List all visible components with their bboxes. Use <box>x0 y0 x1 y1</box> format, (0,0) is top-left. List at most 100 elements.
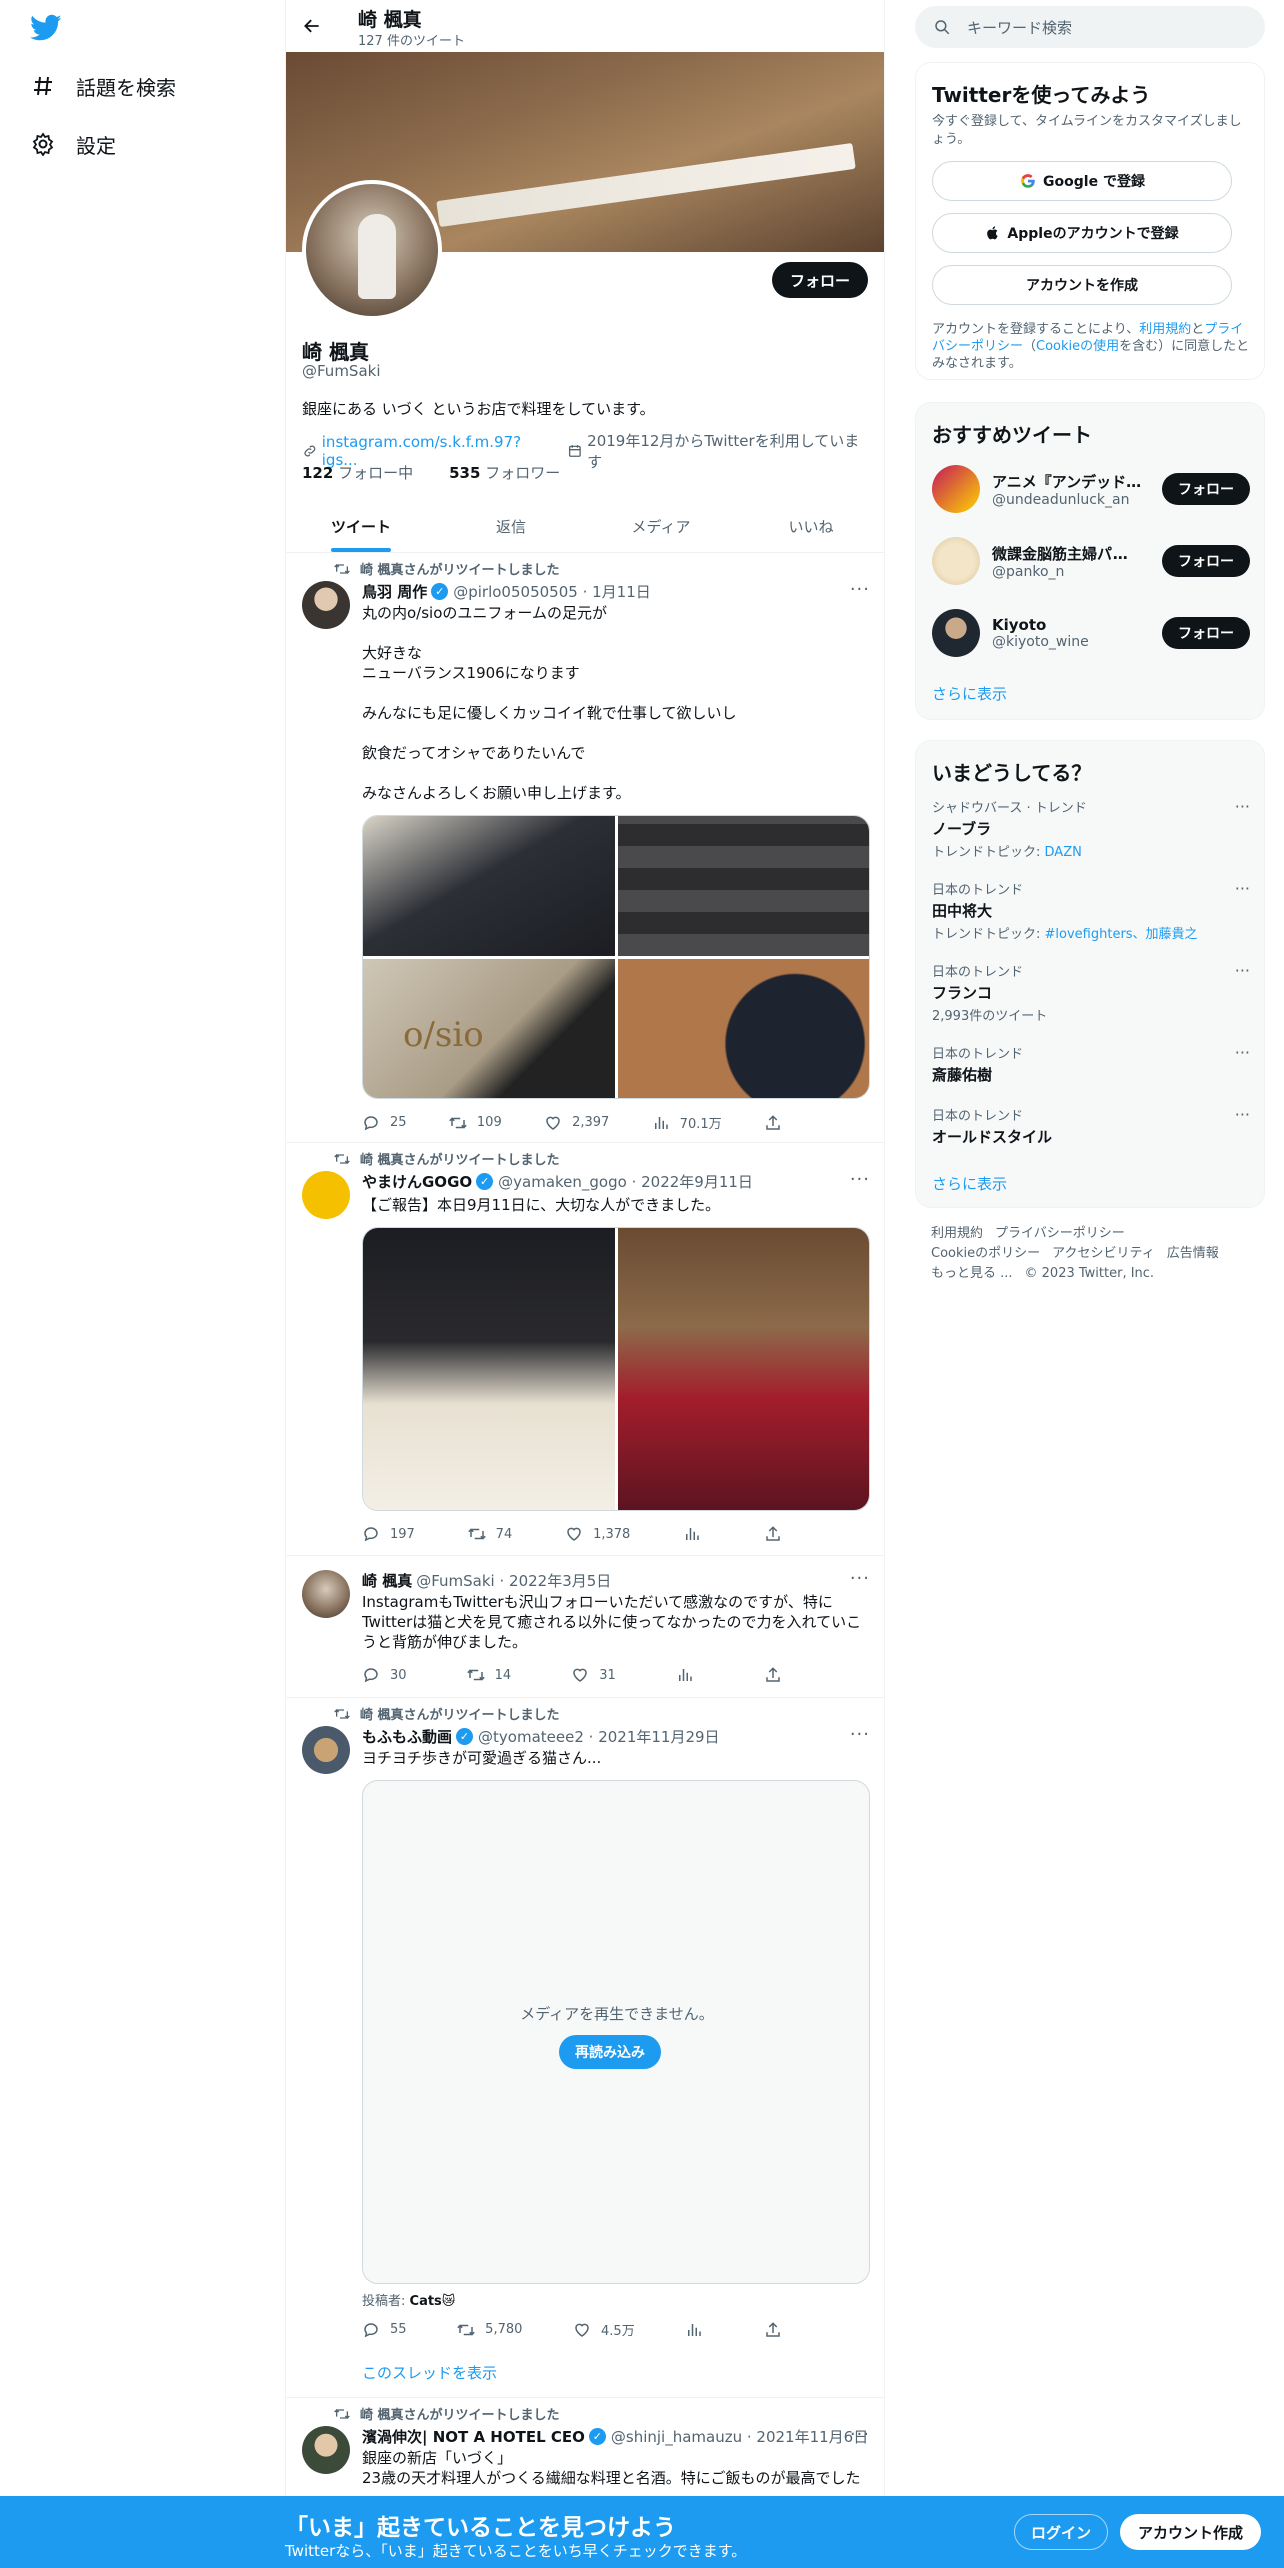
like-button[interactable]: 2,397 <box>544 1113 609 1132</box>
tab-replies[interactable]: 返信 <box>436 500 586 552</box>
reload-button[interactable]: 再読み込み <box>559 2035 661 2069</box>
more-icon[interactable]: ··· <box>1235 961 1250 980</box>
nav-explore[interactable]: 話題を検索 <box>30 66 176 106</box>
back-button[interactable] <box>298 12 326 40</box>
tweet-header: 鳥羽 周作 ✓ @pirlo05050505 · 1月11日 <box>362 582 651 602</box>
tab-likes[interactable]: いいね <box>736 500 884 552</box>
tweet-media[interactable] <box>362 1227 870 1511</box>
follow-button[interactable]: フォロー <box>1162 473 1250 505</box>
follow-button[interactable]: フォロー <box>1162 617 1250 649</box>
terms-link[interactable]: 利用規約 <box>1139 322 1191 337</box>
video-player[interactable]: メディアを再生できません。 再読み込み <box>362 1780 870 2284</box>
twitter-logo-icon[interactable] <box>30 14 62 42</box>
tweet[interactable]: 崎 楓真 @FumSaki · 2022年3月5日 ··· Instagramも… <box>286 1556 884 1698</box>
recommended-more-link[interactable]: さらに表示 <box>932 683 1007 704</box>
like-button[interactable]: 4.5万 <box>573 2320 635 2339</box>
more-icon[interactable]: ··· <box>850 579 870 600</box>
signup-button[interactable]: アカウント作成 <box>1120 2514 1262 2550</box>
views-button[interactable] <box>685 2320 713 2339</box>
trends-title: いまどうしてる？ <box>932 761 1092 785</box>
show-thread-link[interactable]: このスレッドを表示 <box>362 2362 497 2383</box>
avatar[interactable] <box>302 581 350 629</box>
reply-button[interactable]: 25 <box>362 1113 407 1132</box>
tweet-header: 崎 楓真 @FumSaki · 2022年3月5日 <box>362 1571 612 1591</box>
views-button[interactable] <box>683 1525 711 1543</box>
trends-more-link[interactable]: さらに表示 <box>932 1173 1007 1194</box>
like-button[interactable]: 1,378 <box>565 1525 630 1543</box>
search-input[interactable]: キーワード検索 <box>915 6 1265 48</box>
retweet-button[interactable]: 109 <box>449 1113 502 1132</box>
media-image-3: o/sio <box>363 959 615 1098</box>
tweet[interactable]: 崎 楓真さんがリツイートしました やまけんGOGO ✓ @yamaken_gogo… <box>286 1143 884 1556</box>
recommended-user[interactable]: アニメ『アンデッドアンラック』公式@undeadunluck_an フォロー <box>932 461 1250 517</box>
more-icon[interactable]: ··· <box>1235 797 1250 816</box>
apple-signup-button[interactable]: Appleのアカウントで登録 <box>932 213 1232 253</box>
avatar <box>932 465 980 513</box>
views-button[interactable]: 70.1万 <box>652 1113 722 1132</box>
share-button[interactable] <box>764 2320 792 2339</box>
like-button[interactable]: 31 <box>571 1666 616 1684</box>
nav-settings[interactable]: 設定 <box>30 124 116 164</box>
bottom-bar-subtitle: Twitterなら、「いま」起きていることをいち早くチェックできます。 <box>285 2542 747 2560</box>
tab-media[interactable]: メディア <box>586 500 736 552</box>
more-icon[interactable]: ··· <box>850 2424 870 2445</box>
more-icon[interactable]: ··· <box>1235 879 1250 898</box>
more-icon[interactable]: ··· <box>1235 1105 1250 1124</box>
profile-tabs: ツイート 返信 メディア いいね <box>286 500 884 553</box>
more-icon[interactable]: ··· <box>850 1169 870 1190</box>
tab-tweets[interactable]: ツイート <box>286 500 436 552</box>
footer-link[interactable]: 利用規約 <box>931 1226 983 1241</box>
avatar[interactable] <box>302 2426 350 2474</box>
tweet[interactable]: 崎 楓真さんがリツイートしました 鳥羽 周作 ✓ @pirlo05050505 ·… <box>286 553 884 1143</box>
link-icon <box>304 445 316 457</box>
profile-avatar[interactable] <box>302 180 442 320</box>
footer-link[interactable]: もっと見る ... <box>931 1266 1013 1281</box>
footer-link[interactable]: Cookieのポリシー <box>931 1246 1040 1261</box>
more-icon[interactable]: ··· <box>850 1568 870 1589</box>
profile-handle: @FumSaki <box>302 362 381 380</box>
trend-item[interactable]: 日本のトレンド オールドスタイル ··· <box>932 1105 1250 1147</box>
recommended-user[interactable]: 微課金脳筋主婦パン子 @panko_n フォロー <box>932 533 1250 589</box>
more-icon[interactable]: ··· <box>1235 1043 1250 1062</box>
retweet-button[interactable]: 14 <box>466 1666 511 1684</box>
following-stat[interactable]: 122 フォロー中 <box>302 462 431 483</box>
recommended-user[interactable]: Kiyoto @kiyoto_wine フォロー <box>932 605 1250 661</box>
footer-link[interactable]: アクセシビリティ <box>1052 1246 1155 1261</box>
followers-stat[interactable]: 535 フォロワー <box>449 462 578 483</box>
media-image-4 <box>618 959 869 1098</box>
avatar[interactable] <box>302 1570 350 1618</box>
retweet-icon <box>466 1669 485 1681</box>
media-image-1 <box>363 1228 615 1510</box>
login-button[interactable]: ログイン <box>1014 2514 1109 2550</box>
share-icon <box>766 1526 780 1541</box>
tweet-media[interactable]: o/sio <box>362 815 870 1099</box>
create-account-button[interactable]: アカウントを作成 <box>932 265 1232 305</box>
avatar[interactable] <box>302 1726 350 1774</box>
footer-link[interactable]: プライバシーポリシー <box>995 1226 1125 1241</box>
follow-button[interactable]: フォロー <box>1162 545 1250 577</box>
trend-item[interactable]: 日本のトレンド 斎藤佑樹 ··· <box>932 1043 1250 1085</box>
views-button[interactable] <box>676 1666 704 1684</box>
trend-item[interactable]: 日本のトレンド フランコ 2,993件のツイート ··· <box>932 961 1250 1024</box>
trend-item[interactable]: 日本のトレンド 田中将大 トレンドトピック: #lovefighters、加藤貴… <box>932 879 1250 942</box>
footer-link[interactable]: 広告情報 <box>1167 1246 1219 1261</box>
cookie-link[interactable]: Cookieの使用 <box>1036 339 1119 354</box>
trend-item[interactable]: シャドウバース · トレンド ノーブラ トレンドトピック: DAZN ··· <box>932 797 1250 860</box>
tweet[interactable]: 崎 楓真さんがリツイートしました もふもふ動画 ✓ @tyomateee2 · 2… <box>286 1698 884 2398</box>
share-button[interactable] <box>764 1113 792 1132</box>
retweet-button[interactable]: 74 <box>467 1525 512 1543</box>
avatar[interactable] <box>302 1171 350 1219</box>
follow-button[interactable]: フォロー <box>771 262 868 298</box>
share-button[interactable] <box>764 1666 792 1684</box>
reply-button[interactable]: 55 <box>362 2320 407 2339</box>
google-signup-button[interactable]: Google で登録 <box>932 161 1232 201</box>
retweet-button[interactable]: 5,780 <box>457 2320 522 2339</box>
tweet[interactable]: 崎 楓真さんがリツイートしました 濱渦伸次| NOT A HOTEL CEO ✓ … <box>286 2398 884 2500</box>
verified-icon: ✓ <box>431 583 449 600</box>
reply-button[interactable]: 30 <box>362 1666 407 1684</box>
retweet-icon <box>334 563 350 574</box>
share-button[interactable] <box>764 1525 792 1543</box>
tweet-text: InstagramもTwitterも沢山フォローいただいて感激なのですが、特にT… <box>362 1593 862 1651</box>
reply-button[interactable]: 197 <box>362 1525 415 1543</box>
more-icon[interactable]: ··· <box>850 1724 870 1745</box>
